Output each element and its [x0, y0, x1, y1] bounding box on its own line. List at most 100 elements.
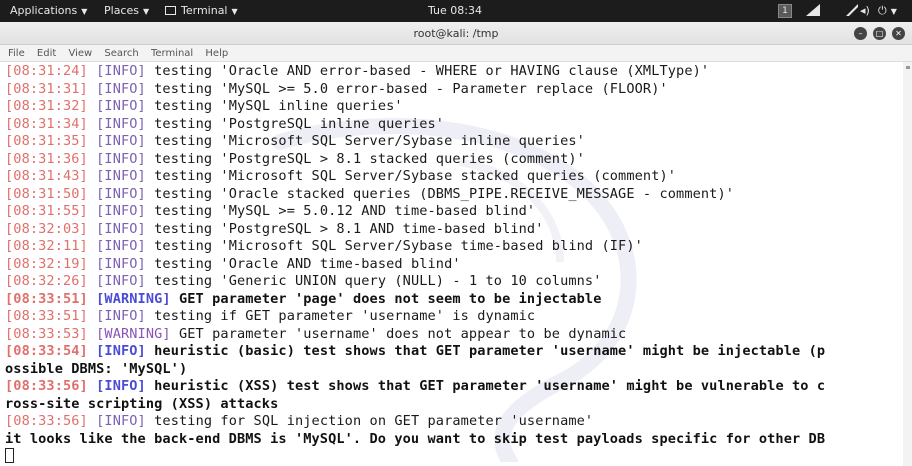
timestamp: [08:32:19] [5, 255, 88, 272]
terminal-line: [08:31:34] [INFO] testing 'PostgreSQL in… [5, 116, 900, 134]
terminal-line: [08:31:32] [INFO] testing 'MySQL inline … [5, 98, 900, 116]
network-icon[interactable] [806, 0, 820, 22]
terminal-line: [08:33:54] [INFO] heuristic (basic) test… [5, 343, 900, 361]
timestamp: [08:31:34] [5, 115, 88, 132]
line-text: testing 'MySQL inline queries' [145, 98, 403, 114]
line-text: it looks like the back-end DBMS is 'MySQ… [5, 430, 826, 447]
timestamp: [08:31:32] [5, 98, 88, 114]
scrollbar-thumb[interactable] [906, 66, 910, 69]
terminal-line: [08:31:35] [INFO] testing 'Microsoft SQL… [5, 133, 900, 151]
info-tag: [INFO] [96, 220, 146, 237]
terminal-scrollbar[interactable] [903, 62, 912, 466]
terminal-line: [08:32:26] [INFO] testing 'Generic UNION… [5, 273, 900, 291]
menu-view[interactable]: View [68, 45, 92, 62]
info-tag: [INFO] [96, 98, 146, 114]
line-text: heuristic (basic) test shows that GET pa… [145, 343, 826, 359]
volume-icon[interactable]: ◂) [860, 0, 870, 22]
window-title: root@kali: /tmp [413, 27, 499, 40]
timestamp: [08:31:31] [5, 80, 88, 97]
line-text: testing 'Microsoft SQL Server/Sybase tim… [145, 238, 643, 254]
timestamp: [08:33:56] [5, 413, 88, 429]
info-tag: [INFO] [96, 168, 146, 184]
terminal-line: [08:31:43] [INFO] testing 'Microsoft SQL… [5, 168, 900, 186]
menu-file[interactable]: File [8, 45, 25, 62]
window-titlebar[interactable]: root@kali: /tmp – □ ✕ [0, 22, 912, 45]
terminal-icon [165, 6, 176, 15]
chevron-down-icon: ▼ [890, 7, 897, 16]
clock[interactable]: Tue 08:34 [428, 0, 482, 22]
workspace-indicator[interactable]: 1 [778, 4, 792, 18]
minimize-icon[interactable]: – [854, 27, 867, 40]
info-tag: [INFO] [96, 413, 146, 429]
timestamp: [08:33:51] [5, 290, 88, 307]
info-tag: [INFO] [96, 63, 146, 79]
menu-terminal[interactable]: Terminal [151, 45, 193, 62]
close-icon[interactable]: ✕ [892, 27, 905, 40]
line-text: testing 'PostgreSQL inline queries' [145, 115, 445, 132]
clock-label: Tue 08:34 [428, 4, 482, 17]
warning-tag: [WARNING] [96, 290, 171, 307]
menu-bar: File Edit View Search Terminal Help [0, 45, 912, 62]
timestamp: [08:33:51] [5, 308, 88, 324]
line-text: testing 'Oracle stacked queries (DBMS_PI… [145, 185, 735, 202]
line-text: testing if GET parameter 'username' is d… [145, 308, 536, 324]
info-tag: [INFO] [96, 378, 146, 394]
timestamp: [08:33:54] [5, 343, 88, 359]
terminal-app-menu[interactable]: Terminal ▼ [165, 0, 238, 22]
power-icon[interactable]: ⏻ ▼ [878, 0, 897, 22]
line-text: heuristic (XSS) test shows that GET para… [145, 378, 826, 394]
terminal-line: [08:32:19] [INFO] testing 'Oracle AND ti… [5, 256, 900, 274]
timestamp: [08:31:36] [5, 150, 88, 167]
warning-tag: [WARNING] [96, 325, 171, 342]
terminal-line: [08:32:03] [INFO] testing 'PostgreSQL > … [5, 221, 900, 239]
chevron-down-icon: ▼ [142, 7, 150, 16]
terminal-line: [08:31:31] [INFO] testing 'MySQL >= 5.0 … [5, 81, 900, 99]
line-text: ross-site scripting (XSS) attacks [5, 395, 279, 412]
terminal-app-label: Terminal [181, 4, 228, 17]
timestamp: [08:33:53] [5, 325, 88, 342]
timestamp: [08:31:35] [5, 133, 88, 149]
terminal-output[interactable]: [08:31:24] [INFO] testing 'Oracle AND er… [0, 62, 912, 466]
info-tag: [INFO] [96, 255, 146, 272]
line-text: testing 'PostgreSQL > 8.1 stacked querie… [145, 150, 585, 167]
maximize-icon[interactable]: □ [873, 27, 886, 40]
settings-icon[interactable] [844, 0, 858, 22]
terminal-line: [08:31:55] [INFO] testing 'MySQL >= 5.0.… [5, 203, 900, 221]
timestamp: [08:32:11] [5, 238, 88, 254]
line-text: testing 'MySQL >= 5.0 error-based - Para… [145, 80, 668, 97]
menu-edit[interactable]: Edit [37, 45, 56, 62]
applications-menu[interactable]: Applications ▼ [10, 0, 87, 22]
terminal-line: ross-site scripting (XSS) attacks [5, 396, 900, 414]
timestamp: [08:31:24] [5, 63, 88, 79]
timestamp: [08:31:50] [5, 185, 88, 202]
line-text: testing 'MySQL >= 5.0.12 AND time-based … [145, 203, 536, 219]
terminal-line: [08:33:51] [INFO] testing if GET paramet… [5, 308, 900, 326]
timestamp: [08:32:26] [5, 273, 88, 289]
terminal-line: [08:33:53] [WARNING] GET parameter 'user… [5, 326, 900, 344]
menu-help[interactable]: Help [205, 45, 228, 62]
line-text: testing 'Generic UNION query (NULL) - 1 … [145, 273, 602, 289]
places-label: Places [104, 4, 139, 17]
terminal-line: ossible DBMS: 'MySQL') [5, 361, 900, 379]
info-tag: [INFO] [96, 80, 146, 97]
text-cursor [5, 448, 14, 463]
menu-search[interactable]: Search [104, 45, 138, 62]
timestamp: [08:32:03] [5, 220, 88, 237]
info-tag: [INFO] [96, 185, 146, 202]
info-tag: [INFO] [96, 150, 146, 167]
chevron-down-icon: ▼ [81, 7, 88, 16]
terminal-line: [08:32:11] [INFO] testing 'Microsoft SQL… [5, 238, 900, 256]
timestamp: [08:31:43] [5, 168, 88, 184]
line-text: testing 'Microsoft SQL Server/Sybase sta… [145, 168, 677, 184]
terminal-lines: [08:31:24] [INFO] testing 'Oracle AND er… [5, 63, 900, 466]
terminal-line: [08:31:36] [INFO] testing 'PostgreSQL > … [5, 151, 900, 169]
info-tag: [INFO] [96, 115, 146, 132]
info-tag: [INFO] [96, 133, 146, 149]
terminal-line: [08:33:51] [WARNING] GET parameter 'page… [5, 291, 900, 309]
top-panel: Applications ▼ Places ▼ Terminal ▼ Tue 08:3… [0, 0, 912, 22]
timestamp: [08:33:56] [5, 378, 88, 394]
chevron-down-icon: ▼ [231, 7, 238, 16]
places-menu[interactable]: Places ▼ [104, 0, 149, 22]
prompt-line[interactable] [5, 448, 900, 466]
line-text: ossible DBMS: 'MySQL') [5, 360, 188, 377]
